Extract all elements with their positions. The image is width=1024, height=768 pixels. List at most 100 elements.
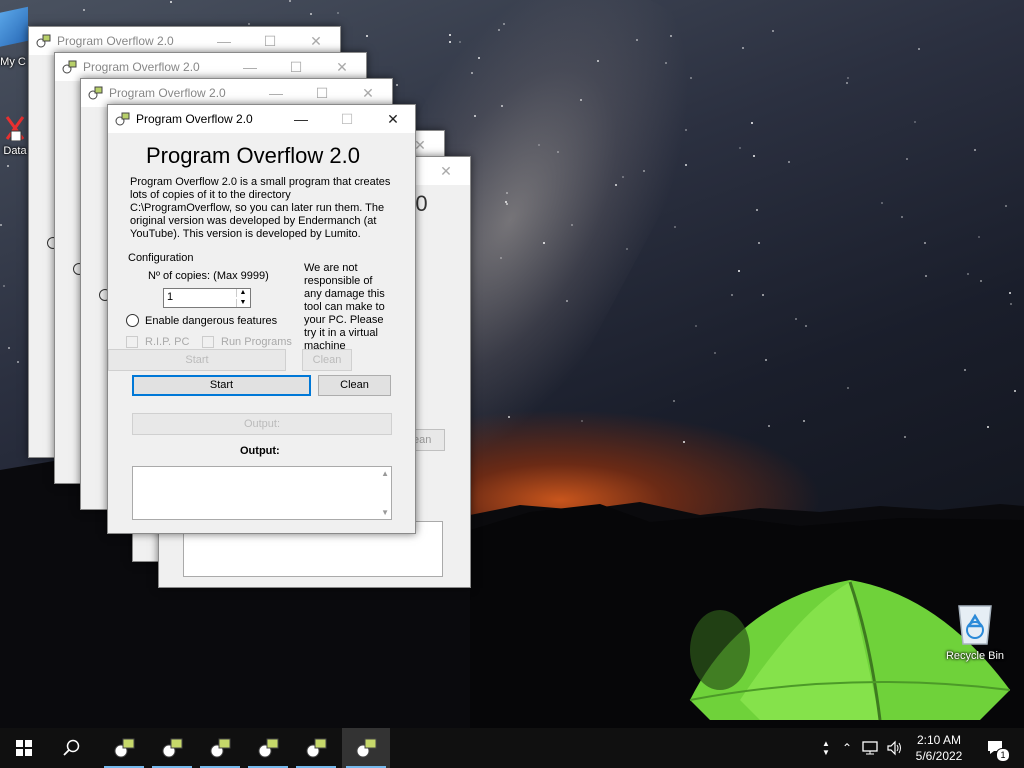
copies-label: Nº of copies: (Max 9999) (148, 270, 269, 282)
checkbox[interactable] (202, 336, 214, 348)
app-icon (306, 738, 327, 758)
stepper-down-icon[interactable]: ▼ (236, 299, 249, 307)
maximize-button[interactable]: ☐ (247, 27, 293, 55)
star (449, 34, 451, 36)
checkbox[interactable] (126, 336, 138, 348)
rip-pc-label: R.I.P. PC (145, 336, 190, 348)
show-hidden-icons[interactable]: ⌃ (838, 728, 856, 768)
star (566, 300, 568, 302)
close-button[interactable]: ✕ (423, 157, 469, 185)
window-title: Program Overflow 2.0 (136, 112, 253, 126)
star (1014, 390, 1016, 392)
star (901, 216, 903, 218)
star (170, 1, 172, 3)
search-button[interactable] (48, 728, 96, 768)
recycle-bin-desktop-icon[interactable]: Recycle Bin (940, 600, 1010, 662)
star (0, 224, 2, 226)
star (739, 147, 741, 149)
taskbar-app-4[interactable] (244, 728, 292, 768)
configuration-group-label: Configuration (128, 252, 194, 264)
window-title: Program Overflow 2.0 (83, 60, 200, 74)
star (622, 176, 624, 178)
app-icon (258, 738, 279, 758)
start-button-taskbar[interactable] (0, 728, 48, 768)
network-tray[interactable] (860, 728, 882, 768)
maximize-button[interactable]: ☐ (299, 79, 345, 107)
maximize-button[interactable]: ☐ (273, 53, 319, 81)
chevron-up-icon: ⌃ (841, 741, 853, 755)
star (847, 77, 849, 79)
minimize-button[interactable]: — (253, 79, 299, 107)
run-programs-option[interactable]: Run Programs (202, 336, 292, 348)
star (503, 23, 505, 25)
output-textbox[interactable]: ▲ ▼ (132, 466, 392, 520)
star (846, 82, 848, 84)
star (904, 436, 906, 438)
star (805, 325, 807, 327)
clock[interactable]: 2:10 AM 5/6/2022 (908, 728, 970, 768)
windows-logo-icon (16, 740, 32, 756)
volume-icon (887, 740, 901, 756)
star (17, 361, 19, 363)
radio-button[interactable] (126, 314, 139, 327)
notification-badge: 1 (996, 748, 1010, 762)
maximize-button[interactable]: ☐ (324, 105, 370, 133)
run-programs-label: Run Programs (221, 336, 292, 348)
star (508, 416, 510, 418)
close-button[interactable]: ✕ (345, 79, 391, 107)
clean-button-ghost[interactable]: Clean (302, 349, 352, 371)
rip-pc-option[interactable]: R.I.P. PC (126, 336, 189, 348)
chevron-down-icon[interactable]: ▼ (822, 748, 830, 757)
clock-date: 5/6/2022 (915, 749, 963, 763)
minimize-button[interactable]: — (227, 53, 273, 81)
star (714, 352, 716, 354)
star (506, 192, 508, 194)
start-button[interactable]: Start (132, 375, 311, 396)
star (643, 170, 645, 172)
star (248, 23, 250, 25)
scroll-down-icon[interactable]: ▼ (381, 508, 389, 517)
output-label: Output: (240, 445, 280, 457)
star (571, 224, 573, 226)
start-button-ghost[interactable]: Start (108, 349, 286, 371)
taskbar-app-6[interactable] (342, 728, 390, 768)
taskbar: ▲ ▼ ⌃ 2:10 AM 5/6/2022 1 (0, 728, 1024, 768)
star (881, 202, 883, 204)
clean-button[interactable]: Clean (318, 375, 391, 396)
close-button[interactable]: ✕ (293, 27, 339, 55)
copies-stepper[interactable]: 1 ▲ ▼ (163, 288, 251, 308)
taskbar-app-1[interactable] (100, 728, 148, 768)
taskbar-app-5[interactable] (292, 728, 340, 768)
taskbar-scroll[interactable]: ▲ ▼ (818, 728, 834, 768)
output-label-ghost: Output: (132, 413, 392, 435)
star (636, 39, 638, 41)
star (906, 158, 908, 160)
close-button[interactable]: ✕ (370, 105, 416, 133)
star (964, 369, 966, 371)
chevron-up-icon[interactable]: ▲ (822, 739, 830, 748)
app-icon (36, 34, 51, 48)
star (1009, 292, 1011, 294)
star (478, 57, 480, 59)
star (987, 426, 989, 428)
star (501, 105, 503, 107)
star (396, 84, 398, 86)
scroll-up-icon[interactable]: ▲ (381, 469, 389, 478)
taskbar-app-3[interactable] (196, 728, 244, 768)
star (753, 155, 755, 157)
star (538, 144, 540, 146)
desktop-icon-label: Recycle Bin (945, 650, 1005, 662)
star (543, 242, 545, 244)
minimize-button[interactable]: — (201, 27, 247, 55)
program-window-main[interactable]: Program Overflow 2.0 — ☐ ✕ Program Overf… (107, 104, 416, 534)
star (685, 129, 687, 131)
taskbar-app-2[interactable] (148, 728, 196, 768)
minimize-button[interactable]: — (278, 105, 324, 133)
star (751, 122, 753, 124)
star (615, 184, 617, 186)
action-center[interactable]: 1 (976, 728, 1016, 768)
close-button[interactable]: ✕ (319, 53, 365, 81)
dangerous-features-option[interactable]: Enable dangerous features (126, 314, 277, 327)
volume-tray[interactable] (884, 728, 906, 768)
stepper-up-icon[interactable]: ▲ (236, 289, 249, 297)
